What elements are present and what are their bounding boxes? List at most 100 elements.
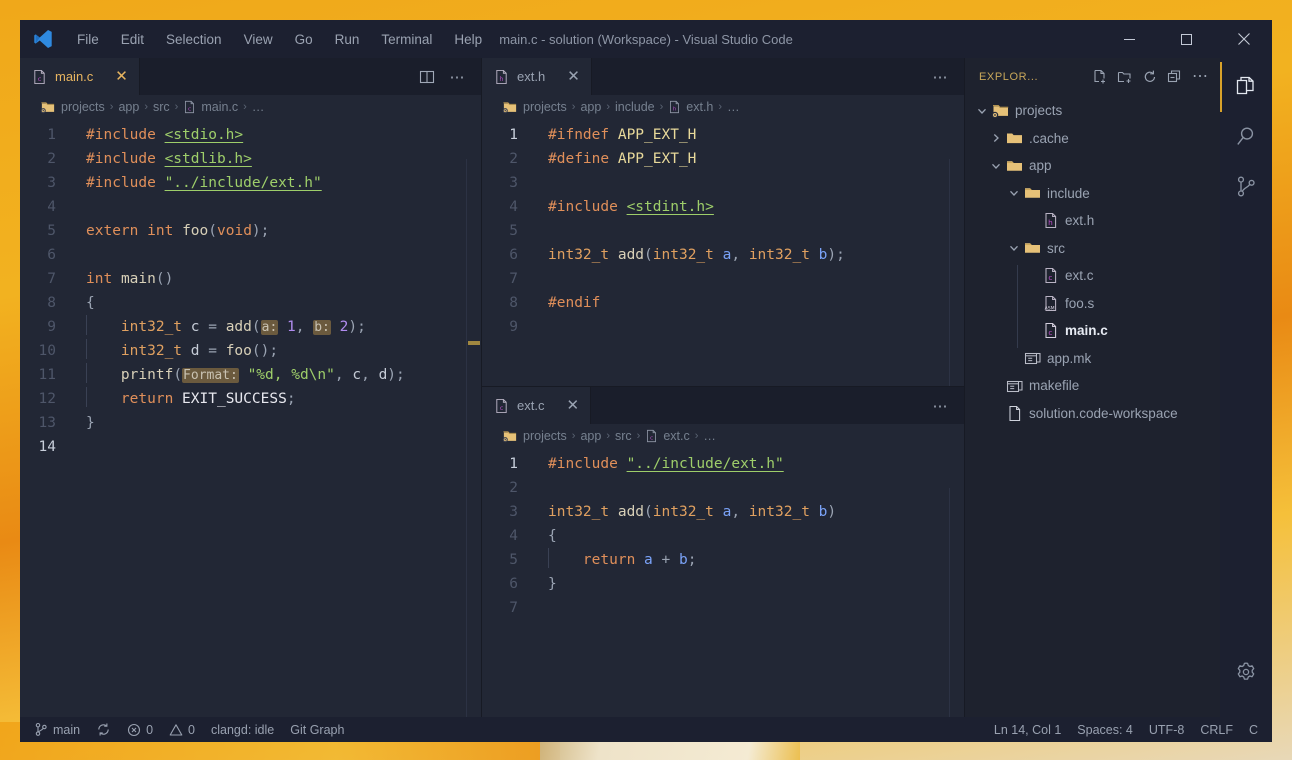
status-problems[interactable]: 0 0 bbox=[119, 717, 203, 742]
breadcrumb-item[interactable]: src bbox=[615, 429, 632, 443]
minimize-button[interactable] bbox=[1101, 20, 1158, 58]
breadcrumb-item[interactable]: src bbox=[153, 100, 170, 114]
editor-scrollbar-track[interactable] bbox=[949, 488, 950, 717]
status-encoding[interactable]: UTF-8 bbox=[1141, 717, 1192, 742]
code-line: 11 printf(Format: "%d, %d\n", c, d); bbox=[20, 363, 481, 387]
tree-item-makefile[interactable]: makefile bbox=[965, 372, 1220, 400]
more-actions-icon[interactable]: ⋯ bbox=[926, 387, 954, 424]
breadcrumb-item[interactable]: app bbox=[580, 100, 601, 114]
maximize-button[interactable] bbox=[1158, 20, 1215, 58]
refresh-icon[interactable] bbox=[1138, 65, 1162, 89]
tab-ext-h[interactable]: h ext.h ✕ bbox=[482, 58, 592, 95]
tree-item-ext-c[interactable]: c ext.c bbox=[965, 262, 1220, 290]
breadcrumb-item[interactable]: projects bbox=[523, 100, 567, 114]
split-editor-icon[interactable] bbox=[413, 58, 441, 95]
code-line-active: 14 bbox=[20, 435, 481, 459]
line-number: 9 bbox=[482, 315, 530, 339]
gear-icon[interactable] bbox=[1220, 647, 1272, 697]
menu-help[interactable]: Help bbox=[443, 28, 493, 51]
tree-item-main-c[interactable]: c main.c bbox=[965, 317, 1220, 345]
title-bar: File Edit Selection View Go Run Terminal… bbox=[20, 20, 1272, 58]
close-icon[interactable]: ✕ bbox=[567, 69, 580, 84]
more-actions-icon[interactable]: ⋯ bbox=[443, 58, 471, 95]
status-branch[interactable]: main bbox=[26, 717, 88, 742]
activity-explorer-icon[interactable] bbox=[1220, 62, 1272, 112]
line-content bbox=[530, 596, 548, 620]
line-content: #ifndef APP_EXT_H bbox=[530, 123, 696, 147]
code-editor-ext-c[interactable]: 1#include "../include/ext.h" 2 3int32_t … bbox=[482, 448, 964, 717]
tabs-filler bbox=[592, 58, 926, 95]
breadcrumb-item[interactable]: ext.c bbox=[663, 429, 689, 443]
code-editor-ext-h[interactable]: 1#ifndef APP_EXT_H 2#define APP_EXT_H 3 … bbox=[482, 119, 964, 386]
status-sync[interactable] bbox=[88, 717, 119, 742]
status-eol[interactable]: CRLF bbox=[1192, 717, 1241, 742]
tree-item-app[interactable]: app bbox=[965, 152, 1220, 180]
menu-file[interactable]: File bbox=[66, 28, 110, 51]
line-number: 8 bbox=[482, 291, 530, 315]
breadcrumb-separator: › bbox=[637, 430, 641, 442]
breadcrumb-item[interactable]: include bbox=[615, 100, 655, 114]
tree-item-cache[interactable]: .cache bbox=[965, 125, 1220, 153]
close-icon[interactable]: ✕ bbox=[115, 69, 128, 84]
menu-view[interactable]: View bbox=[233, 28, 284, 51]
breadcrumb-item[interactable]: ext.h bbox=[686, 100, 713, 114]
tree-item-app-mk[interactable]: app.mk bbox=[965, 345, 1220, 373]
breadcrumb-item[interactable]: app bbox=[118, 100, 139, 114]
c-file-icon: c bbox=[32, 69, 47, 85]
breadcrumb-item[interactable]: projects bbox=[523, 429, 567, 443]
new-folder-icon[interactable] bbox=[1113, 65, 1137, 89]
code-editor-main-c[interactable]: 1#include <stdio.h> 2#include <stdlib.h>… bbox=[20, 119, 481, 717]
status-language-mode[interactable]: C bbox=[1241, 717, 1266, 742]
line-content: extern int foo(void); bbox=[68, 219, 269, 243]
more-actions-icon[interactable]: ⋯ bbox=[1188, 65, 1212, 89]
chevron-down-icon bbox=[1005, 187, 1022, 199]
status-cursor-position[interactable]: Ln 14, Col 1 bbox=[986, 717, 1069, 742]
status-indentation[interactable]: Spaces: 4 bbox=[1069, 717, 1141, 742]
close-button[interactable] bbox=[1215, 20, 1272, 58]
breadcrumb-item[interactable]: app bbox=[580, 429, 601, 443]
tree-item-foo-s[interactable]: ASM foo.s bbox=[965, 290, 1220, 318]
breadcrumb-item[interactable]: … bbox=[703, 429, 716, 443]
tree-item-include[interactable]: include bbox=[965, 180, 1220, 208]
tree-item-solution-code-workspace[interactable]: solution.code-workspace bbox=[965, 400, 1220, 428]
line-content: } bbox=[68, 411, 95, 435]
tab-ext-c[interactable]: c ext.c ✕ bbox=[482, 387, 591, 424]
tree-item-ext-h[interactable]: h ext.h bbox=[965, 207, 1220, 235]
menu-run[interactable]: Run bbox=[324, 28, 371, 51]
line-number: 10 bbox=[20, 339, 68, 363]
activity-bar bbox=[1220, 58, 1272, 717]
line-content: int32_t c = add(a: 1, b: 2); bbox=[68, 315, 366, 339]
overview-ruler[interactable] bbox=[467, 119, 481, 717]
status-git-graph[interactable]: Git Graph bbox=[282, 717, 352, 742]
explorer-sidebar: EXPLOR... bbox=[964, 58, 1220, 717]
svg-text:c: c bbox=[1048, 328, 1052, 337]
menu-edit[interactable]: Edit bbox=[110, 28, 155, 51]
menu-selection[interactable]: Selection bbox=[155, 28, 233, 51]
status-bar: main 0 bbox=[20, 717, 1272, 742]
activity-source-control-icon[interactable] bbox=[1220, 162, 1272, 212]
more-actions-icon[interactable]: ⋯ bbox=[926, 58, 954, 95]
breadcrumb-item[interactable]: main.c bbox=[201, 100, 238, 114]
editor-scrollbar-track[interactable] bbox=[949, 159, 950, 386]
menu-terminal[interactable]: Terminal bbox=[370, 28, 443, 51]
breadcrumb-item[interactable]: projects bbox=[61, 100, 105, 114]
breadcrumb-item[interactable]: … bbox=[252, 100, 265, 114]
code-line-active: 1#include "../include/ext.h" bbox=[482, 452, 964, 476]
activity-search-icon[interactable] bbox=[1220, 112, 1272, 162]
line-number: 3 bbox=[482, 171, 530, 195]
menu-go[interactable]: Go bbox=[284, 28, 324, 51]
tab-main-c[interactable]: c main.c ✕ bbox=[20, 58, 140, 95]
workbench-body: c main.c ✕ bbox=[20, 58, 1272, 717]
collapse-all-icon[interactable] bbox=[1163, 65, 1187, 89]
line-number: 1 bbox=[482, 123, 530, 147]
tabs-bar-ext-c: c ext.c ✕ ⋯ bbox=[482, 387, 964, 424]
tree-item-projects[interactable]: projects bbox=[965, 97, 1220, 125]
status-branch-label: main bbox=[53, 723, 80, 737]
status-clangd[interactable]: clangd: idle bbox=[203, 717, 282, 742]
workspace-icon bbox=[502, 429, 518, 443]
tree-item-src[interactable]: src bbox=[965, 235, 1220, 263]
new-file-icon[interactable] bbox=[1088, 65, 1112, 89]
breadcrumb-separator: › bbox=[572, 430, 576, 442]
breadcrumb-item[interactable]: … bbox=[727, 100, 740, 114]
close-icon[interactable]: ✕ bbox=[566, 398, 579, 413]
